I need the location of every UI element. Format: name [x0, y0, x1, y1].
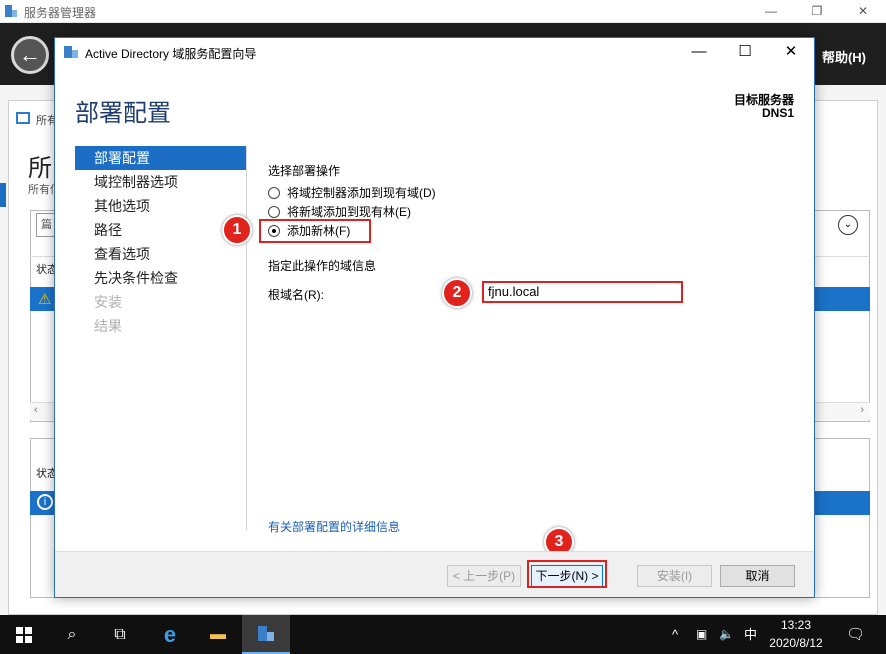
annotation-badge-2: 2: [442, 278, 472, 308]
root-domain-label: 根域名(R):: [268, 288, 324, 302]
nav-step-install: 安装: [94, 294, 122, 310]
clock-date[interactable]: 2020/8/12: [764, 636, 828, 650]
taskbar: ⌕ ⧉ e ▬ ^ ▣ 🔈 中 13:23 2020/8/12 🗨: [0, 615, 886, 654]
radio-add-domain-existing-forest[interactable]: 将新域添加到现有林(E): [268, 204, 468, 220]
nav-step-review[interactable]: 查看选项: [75, 242, 247, 266]
server-manager-taskbar-icon[interactable]: [242, 615, 290, 654]
wizard-maximize-icon[interactable]: ☐: [722, 38, 768, 66]
search-icon[interactable]: ⌕: [48, 615, 96, 654]
clock-time[interactable]: 13:23: [764, 618, 828, 632]
minimize-icon[interactable]: —: [748, 0, 794, 23]
nav-step-dc-options[interactable]: 域控制器选项: [75, 170, 247, 194]
ime-indicator[interactable]: 中: [744, 615, 757, 654]
server-manager-icon: [5, 5, 17, 17]
filter-placeholder: 篇: [41, 219, 52, 231]
volume-muted-icon[interactable]: 🔈: [719, 615, 734, 654]
nav-step-results: 结果: [94, 318, 122, 334]
warning-icon: ⚠: [38, 291, 52, 308]
radio-circle[interactable]: [268, 206, 280, 218]
wizard-titlebar: Active Directory 域服务配置向导 — ☐ ✕: [55, 38, 814, 66]
server-manager-titlebar: 服务器管理器 — ❐ ✕: [0, 0, 886, 23]
help-menu[interactable]: 帮助(H): [822, 47, 866, 66]
nav-divider: [246, 146, 247, 531]
wizard-title: Active Directory 域服务配置向导: [85, 47, 257, 61]
panel-big-title: 所: [28, 155, 52, 182]
wizard-steps-nav: 部署配置 域控制器选项 其他选项 路径 查看选项 先决条件检查 安装 结果: [75, 146, 247, 338]
nav-step-prereq[interactable]: 先决条件检查: [75, 266, 247, 290]
operation-heading: 选择部署操作: [268, 164, 341, 178]
internet-explorer-icon[interactable]: e: [146, 615, 194, 654]
more-info-link[interactable]: 有关部署配置的详细信息: [268, 518, 400, 535]
back-arrow-icon[interactable]: ←: [11, 36, 49, 74]
close-icon[interactable]: ✕: [840, 0, 886, 23]
wizard-close-icon[interactable]: ✕: [768, 38, 814, 66]
tray-expand-icon[interactable]: ^: [672, 615, 678, 654]
events-row-selected-right[interactable]: [815, 491, 870, 515]
notification-icon[interactable]: 🗨: [846, 615, 865, 654]
sidebar-selected-indicator: [0, 183, 6, 207]
radio-label: 将域控制器添加到现有域(D): [287, 186, 436, 200]
annotation-highlight-new-forest: [259, 219, 371, 243]
annotation-badge-1: 1: [222, 215, 252, 245]
nav-step-other-options[interactable]: 其他选项: [75, 194, 247, 218]
panel-icon: [16, 112, 30, 124]
domain-info-heading: 指定此操作的域信息: [268, 259, 377, 273]
file-explorer-icon[interactable]: ▬: [194, 615, 242, 654]
radio-add-dc-existing-domain[interactable]: 将域控制器添加到现有域(D): [268, 185, 468, 201]
wizard-app-icon: [64, 46, 78, 58]
table-row-selected-right[interactable]: [815, 287, 870, 311]
radio-circle[interactable]: [268, 187, 280, 199]
cancel-button[interactable]: 取消: [720, 565, 795, 587]
expand-circle-icon[interactable]: ⌄: [838, 215, 858, 235]
wizard-minimize-icon[interactable]: —: [676, 38, 722, 66]
server-manager-title: 服务器管理器: [24, 6, 97, 20]
restore-icon[interactable]: ❐: [794, 0, 840, 23]
root-domain-input[interactable]: fjnu.local: [482, 281, 683, 303]
scroll-right-icon[interactable]: ›: [860, 404, 864, 416]
filter-input[interactable]: 篇: [36, 213, 56, 237]
ad-ds-configuration-wizard: Active Directory 域服务配置向导 — ☐ ✕ 部署配置 目标服务…: [54, 37, 815, 598]
info-icon: i: [37, 494, 53, 510]
prev-button: < 上一步(P): [447, 565, 521, 587]
target-server-name: DNS1: [761, 106, 794, 120]
nav-step-deployment[interactable]: 部署配置: [75, 146, 247, 170]
network-icon[interactable]: ▣: [696, 615, 707, 654]
radio-label: 将新域添加到现有林(E): [287, 205, 411, 219]
annotation-highlight-next: [527, 560, 607, 588]
task-view-icon[interactable]: ⧉: [96, 615, 144, 654]
scroll-left-icon[interactable]: ‹: [34, 404, 38, 416]
page-title: 部署配置: [75, 100, 171, 127]
start-windows-icon[interactable]: [0, 615, 48, 654]
install-button: 安装(I): [637, 565, 712, 587]
